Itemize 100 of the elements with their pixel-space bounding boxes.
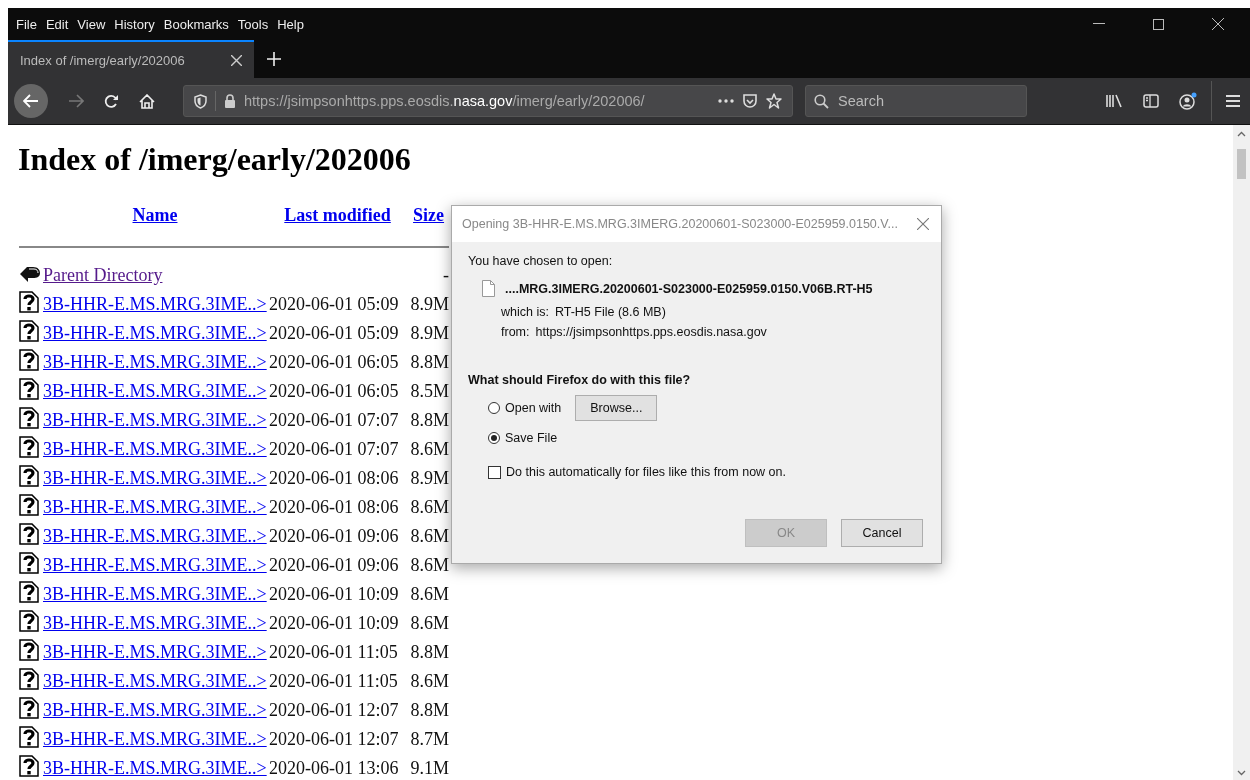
modified-date: 2020-06-01 07:07 [269,410,399,430]
unknown-file-icon [19,349,39,371]
unknown-file-icon [19,494,39,516]
file-link[interactable]: 3B-HHR-E.MS.MRG.3IME..> [43,758,267,778]
parent-directory-link[interactable]: Parent Directory [43,265,163,285]
unknown-file-icon [19,697,39,719]
modified-date: 2020-06-01 09:06 [269,526,399,546]
unknown-file-icon [19,552,39,574]
scroll-up-icon[interactable] [1237,131,1246,137]
close-icon[interactable] [1212,18,1224,30]
file-size: 8.8M [410,410,449,430]
account-icon[interactable] [1179,92,1197,110]
search-field[interactable]: Search [805,85,1027,117]
modified-date: 2020-06-01 08:06 [269,497,399,517]
menu-item[interactable]: File [16,16,37,32]
more-icon[interactable] [718,99,734,103]
unknown-file-icon [19,320,39,342]
back-button[interactable] [14,84,48,118]
file-size: 8.8M [410,642,449,662]
home-icon[interactable] [139,93,155,109]
file-link[interactable]: 3B-HHR-E.MS.MRG.3IME..> [43,584,267,604]
file-link[interactable]: 3B-HHR-E.MS.MRG.3IME..> [43,642,267,662]
lock-icon [224,94,236,108]
file-link[interactable]: 3B-HHR-E.MS.MRG.3IME..> [43,497,267,517]
unknown-file-icon [19,378,39,400]
modified-date: 2020-06-01 06:05 [269,381,399,401]
pocket-icon[interactable] [742,93,758,109]
column-header-link[interactable]: Size [413,204,445,225]
unknown-file-icon [19,755,39,777]
file-link[interactable]: 3B-HHR-E.MS.MRG.3IME..> [43,555,267,575]
file-size: 8.9M [410,323,449,343]
file-size: 8.6M [410,584,449,604]
modified-date: 2020-06-01 06:05 [269,352,399,372]
radio-button[interactable] [488,402,500,414]
menu-item[interactable]: Edit [45,16,69,32]
star-icon[interactable] [766,93,782,109]
file-link[interactable]: 3B-HHR-E.MS.MRG.3IME..> [43,729,267,749]
address-bar[interactable]: https://jsimpsonhttps.pps.eosdis.nasa.gov/imerg/early/202006/ [183,85,793,117]
library-icon[interactable] [1105,94,1123,108]
menu-item[interactable]: Help [277,16,304,32]
browser-tab[interactable]: Index of /imerg/early/202006 [8,40,254,78]
modified-date: 2020-06-01 09:06 [269,555,399,575]
column-header-link[interactable]: Name [132,204,178,225]
tab-title: Index of /imerg/early/202006 [20,52,185,68]
scrollbar-thumb[interactable] [1237,149,1246,179]
unknown-file-icon [19,407,39,429]
info-label: from: [501,325,530,339]
sidebar-icon[interactable] [1143,94,1159,108]
file-link[interactable]: 3B-HHR-E.MS.MRG.3IME..> [43,381,267,401]
file-link[interactable]: 3B-HHR-E.MS.MRG.3IME..> [43,439,267,459]
file-link[interactable]: 3B-HHR-E.MS.MRG.3IME..> [43,671,267,691]
menu-item[interactable]: View [77,16,106,32]
unknown-file-icon [19,523,39,545]
modified-date: 2020-06-01 11:05 [269,642,398,662]
url-text: https://jsimpsonhttps.pps.eosdis.nasa.gov/imerg/early/202006/ [244,93,646,109]
modified-date: 2020-06-01 13:06 [269,758,399,778]
unknown-file-icon [19,668,39,690]
file-link[interactable]: 3B-HHR-E.MS.MRG.3IME..> [43,294,267,314]
file-link[interactable]: 3B-HHR-E.MS.MRG.3IME..> [43,323,267,343]
file-link[interactable]: 3B-HHR-E.MS.MRG.3IME..> [43,526,267,546]
question-text: What should Firefox do with this file? [468,373,692,387]
menu-item[interactable]: Bookmarks [163,16,229,32]
shield-icon[interactable] [194,93,207,109]
unknown-file-icon [19,610,39,632]
menu-item[interactable]: Tools [237,16,269,32]
file-size: 8.6M [410,439,449,459]
menu-item[interactable]: History [114,16,155,32]
close-icon[interactable] [231,54,242,66]
option-label[interactable]: Save File [505,431,558,445]
option-label[interactable]: Open with [505,401,562,415]
file-link[interactable]: 3B-HHR-E.MS.MRG.3IME..> [43,700,267,720]
maximize-icon[interactable] [1153,18,1164,30]
source-url: https://jsimpsonhttps.pps.eosdis.nasa.gov [535,325,767,339]
minimize-icon[interactable] [1093,23,1105,25]
modified-date: 2020-06-01 11:05 [269,671,398,691]
plus-icon[interactable] [267,52,281,66]
file-size: 8.5M [410,381,449,401]
reload-icon[interactable] [104,93,119,109]
file-link[interactable]: 3B-HHR-E.MS.MRG.3IME..> [43,613,267,633]
browse-button[interactable]: Browse... [575,395,658,421]
checkbox[interactable] [488,465,501,479]
menu-icon[interactable] [1226,95,1240,107]
scroll-down-icon[interactable] [1237,770,1246,776]
file-size: 8.9M [410,468,449,488]
file-size: 8.9M [410,294,449,314]
modified-date: 2020-06-01 12:07 [269,700,399,720]
modified-date: 2020-06-01 10:09 [269,613,399,633]
unknown-file-icon [19,639,39,661]
modified-date: 2020-06-01 10:09 [269,584,399,604]
file-name: ....MRG.3IMERG.20200601-S023000-E025959.0150.V06B.RT-H5 [505,281,873,296]
file-link[interactable]: 3B-HHR-E.MS.MRG.3IME..> [43,468,267,488]
cancel-button[interactable]: Cancel [841,519,923,547]
radio-button[interactable] [488,432,500,444]
checkbox-label[interactable]: Do this automatically for files like this from now on. [506,465,786,479]
forward-icon[interactable] [68,94,84,108]
scrollbar[interactable] [1233,125,1250,780]
file-link[interactable]: 3B-HHR-E.MS.MRG.3IME..> [43,410,267,430]
column-header-link[interactable]: Last modified [284,204,391,225]
file-link[interactable]: 3B-HHR-E.MS.MRG.3IME..> [43,352,267,372]
page-heading: Index of /imerg/early/202006 [18,141,412,178]
